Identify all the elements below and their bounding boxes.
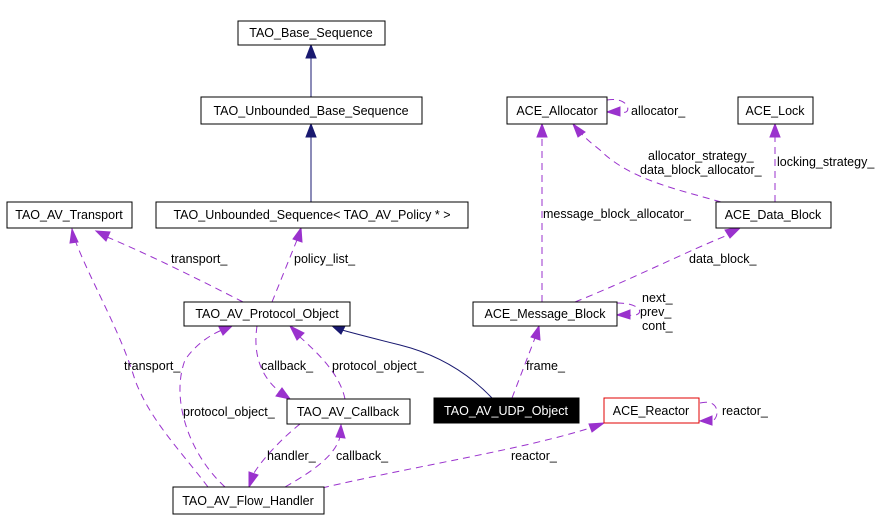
node-ace-lock[interactable]: ACE_Lock	[737, 96, 814, 125]
label-message-block-allocator: message_block_allocator_	[543, 207, 692, 221]
node-label: TAO_AV_UDP_Object	[444, 404, 568, 418]
node-tao-unbounded-sequence-policy[interactable]: TAO_Unbounded_Sequence< TAO_AV_Policy * …	[155, 201, 469, 229]
arrowhead-message-block-allocator	[536, 122, 548, 138]
label-prev: prev_	[640, 305, 672, 319]
arrowhead-handler	[248, 471, 259, 489]
arrowhead-transport-fh	[69, 227, 79, 244]
label-policy-list: policy_list_	[294, 252, 356, 266]
node-label: TAO_AV_Flow_Handler	[182, 494, 314, 508]
node-label: TAO_Base_Sequence	[249, 26, 373, 40]
arrowhead-frame	[530, 324, 541, 341]
node-label: TAO_Unbounded_Base_Sequence	[213, 104, 408, 118]
arrowhead-data-block	[724, 226, 743, 239]
arrowhead-locking-strategy	[769, 122, 781, 138]
arrowhead-unbounded-base-sequence	[305, 122, 317, 138]
label-allocator-strategy: allocator_strategy_	[648, 149, 755, 163]
label-cont: cont_	[642, 319, 674, 333]
arrowhead-callback-fh	[335, 423, 346, 439]
label-protocol-object-cb: protocol_object_	[332, 359, 425, 373]
node-tao-av-protocol-object[interactable]: TAO_AV_Protocol_Object	[183, 301, 351, 327]
node-label: TAO_AV_Protocol_Object	[195, 307, 339, 321]
label-reactor-self: reactor_	[722, 404, 769, 418]
node-label: TAO_Unbounded_Sequence< TAO_AV_Policy * …	[173, 208, 450, 222]
label-reactor-fh: reactor_	[511, 449, 558, 463]
node-ace-allocator[interactable]: ACE_Allocator	[506, 96, 608, 125]
node-ace-reactor[interactable]: ACE_Reactor	[603, 397, 700, 424]
node-tao-av-callback[interactable]: TAO_AV_Callback	[286, 398, 411, 425]
node-label: ACE_Lock	[745, 104, 805, 118]
arrowhead-protocol-object-cb	[288, 324, 305, 341]
node-tao-av-udp-object-root[interactable]: TAO_AV_UDP_Object	[433, 397, 580, 424]
label-callback-po: callback_	[261, 359, 314, 373]
collaboration-diagram: transport_ policy_list_ transport_ callb…	[6, 20, 875, 515]
label-locking-strategy: locking_strategy_	[777, 155, 875, 169]
node-tao-av-flow-handler[interactable]: TAO_AV_Flow_Handler	[172, 486, 325, 515]
node-label: ACE_Allocator	[516, 104, 597, 118]
label-transport-fh: transport_	[124, 359, 181, 373]
node-ace-message-block[interactable]: ACE_Message_Block	[472, 301, 618, 327]
arrowhead-callback-po	[275, 387, 292, 400]
node-label: ACE_Reactor	[613, 404, 689, 418]
label-handler: handler_	[267, 449, 317, 463]
label-protocol-object-fh: protocol_object_	[183, 405, 276, 419]
label-next: next_	[642, 291, 674, 305]
node-label: TAO_AV_Transport	[15, 208, 123, 222]
nodes: TAO_Base_Sequence TAO_Unbounded_Base_Seq…	[6, 20, 832, 515]
arrowhead-transport-po	[94, 230, 111, 242]
label-allocator-self: allocator_	[631, 104, 686, 118]
edge-policy-list	[271, 239, 298, 303]
label-frame: frame_	[526, 359, 566, 373]
arrowhead-message-block-self	[615, 309, 631, 320]
arrowhead-policy-list	[292, 226, 303, 243]
node-ace-data-block[interactable]: ACE_Data_Block	[715, 201, 832, 229]
edge-transport-po	[106, 236, 244, 303]
arrowhead-reactor-self	[698, 415, 713, 426]
node-tao-unbounded-base-sequence[interactable]: TAO_Unbounded_Base_Sequence	[200, 96, 423, 125]
label-transport-po: transport_	[171, 252, 228, 266]
node-label: TAO_AV_Callback	[297, 405, 400, 419]
label-callback-fh: callback_	[336, 449, 389, 463]
arrowhead-base-sequence	[305, 43, 317, 59]
node-tao-base-sequence[interactable]: TAO_Base_Sequence	[237, 20, 386, 46]
label-data-block-allocator: data_block_allocator_	[640, 163, 763, 177]
arrowhead-allocator-self	[605, 106, 621, 117]
node-label: ACE_Data_Block	[725, 208, 822, 222]
label-data-block: data_block_	[689, 252, 757, 266]
arrowhead-reactor-fh	[588, 422, 606, 433]
arrowhead-allocator-strategy	[571, 122, 586, 138]
node-tao-av-transport[interactable]: TAO_AV_Transport	[6, 201, 133, 229]
node-label: ACE_Message_Block	[485, 307, 607, 321]
